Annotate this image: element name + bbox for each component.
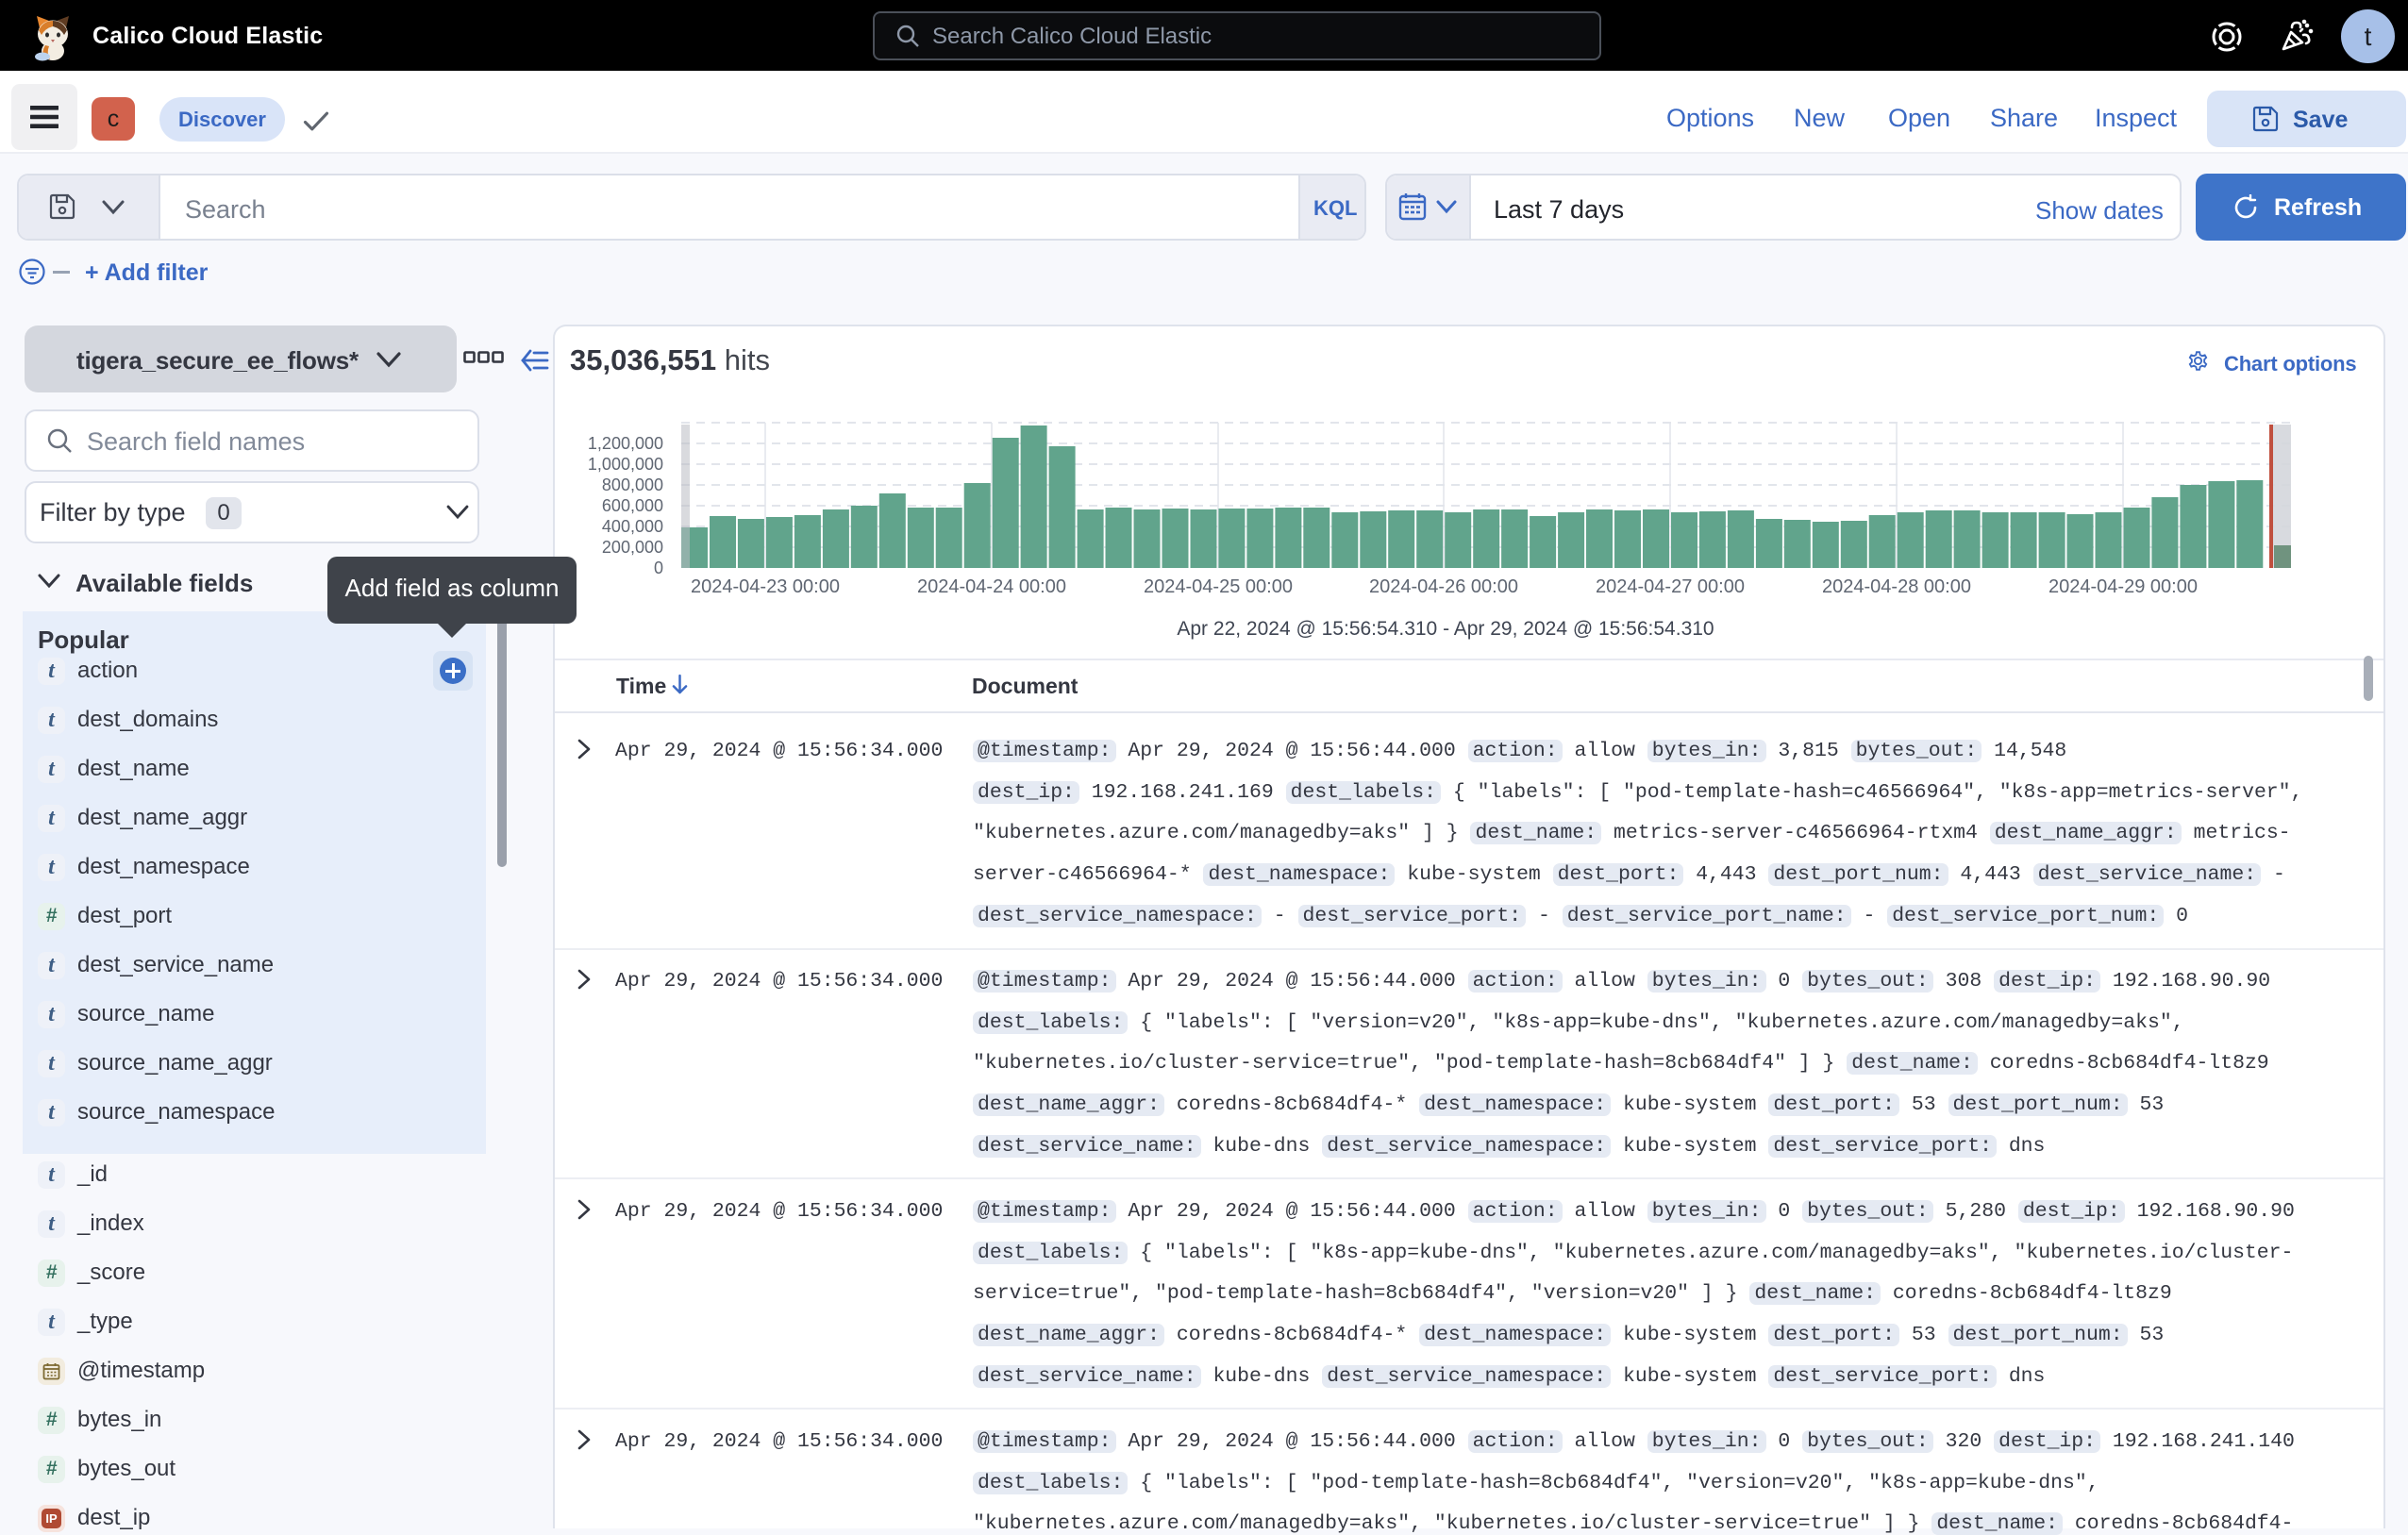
- svg-text:2024-04-24 00:00: 2024-04-24 00:00: [917, 576, 1066, 597]
- svg-text:2024-04-29 00:00: 2024-04-29 00:00: [2048, 576, 2198, 597]
- svg-text:0: 0: [654, 559, 663, 577]
- svg-text:2024-04-26 00:00: 2024-04-26 00:00: [1369, 576, 1518, 597]
- svg-text:1,000,000: 1,000,000: [588, 455, 663, 474]
- svg-text:2024-04-28 00:00: 2024-04-28 00:00: [1822, 576, 1971, 597]
- svg-text:1,200,000: 1,200,000: [588, 434, 663, 453]
- svg-text:600,000: 600,000: [602, 496, 663, 515]
- svg-text:400,000: 400,000: [602, 517, 663, 536]
- svg-text:200,000: 200,000: [602, 538, 663, 557]
- svg-text:2024-04-23 00:00: 2024-04-23 00:00: [691, 576, 840, 597]
- svg-text:2024-04-27 00:00: 2024-04-27 00:00: [1596, 576, 1745, 597]
- svg-text:2024-04-25 00:00: 2024-04-25 00:00: [1144, 576, 1293, 597]
- svg-text:800,000: 800,000: [602, 476, 663, 494]
